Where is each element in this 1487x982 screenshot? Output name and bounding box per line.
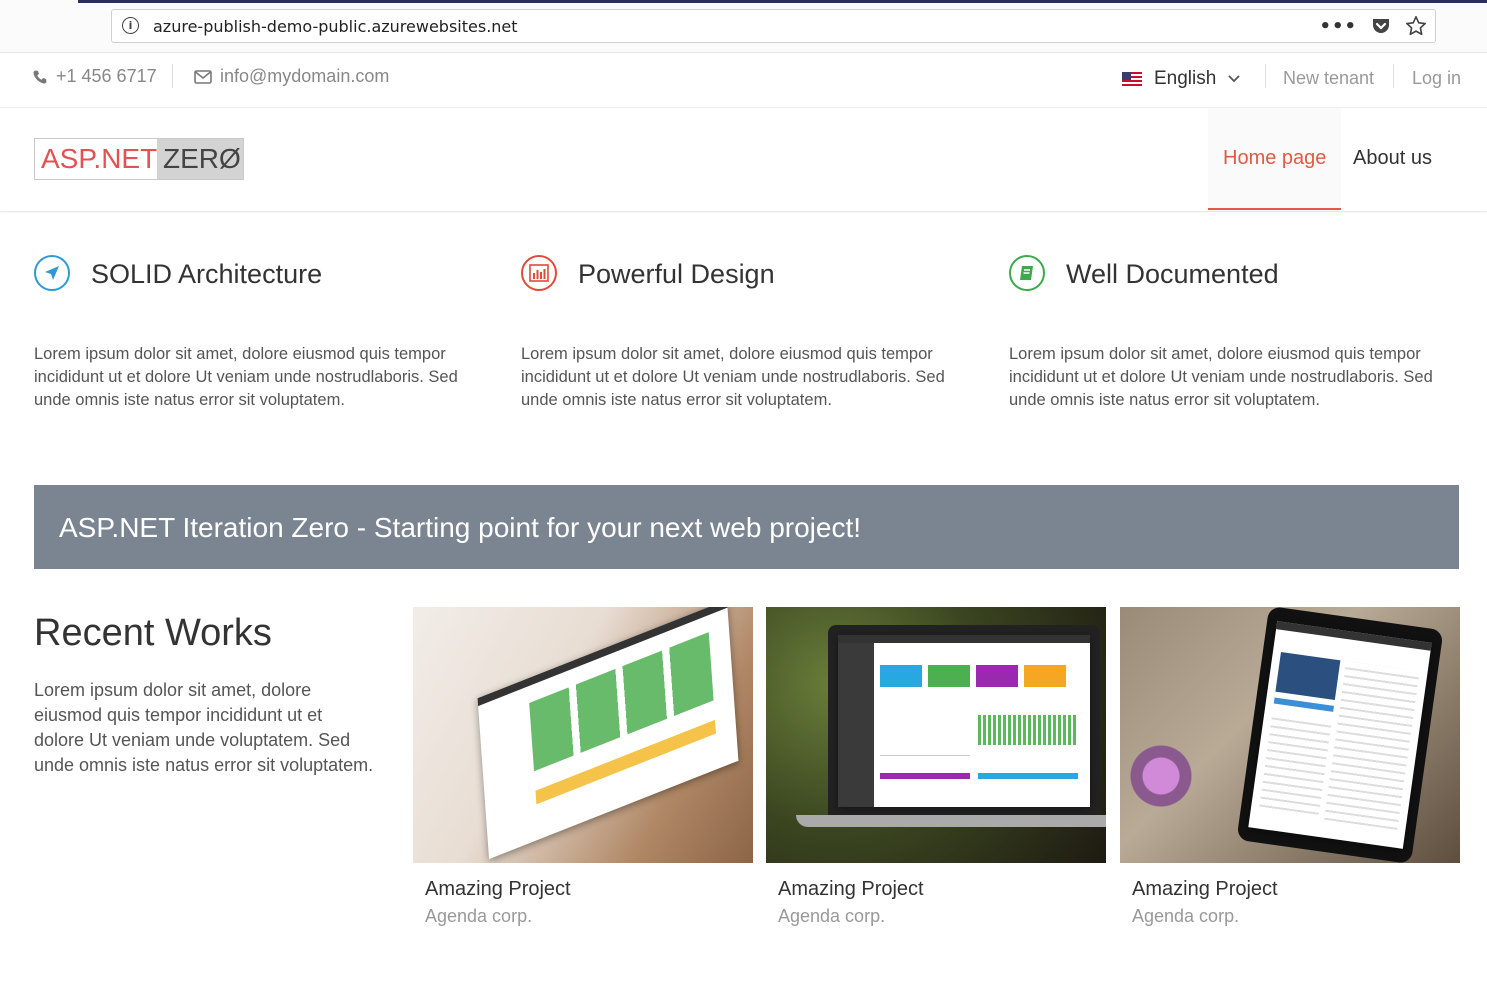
project-thumbnail[interactable]: [1120, 607, 1460, 863]
logo-text-secondary: ZERØ: [157, 139, 243, 179]
chevron-down-icon: [1228, 75, 1240, 83]
recent-works-text: Lorem ipsum dolor sit amet, dolore eiusm…: [34, 680, 374, 775]
email-contact: info@mydomain.com: [194, 66, 389, 87]
feature-title: Powerful Design: [578, 259, 775, 289]
project-card[interactable]: Amazing Project Agenda corp.: [766, 607, 1106, 926]
browser-accent-line: [78, 0, 1487, 3]
project-title[interactable]: Amazing Project: [778, 878, 924, 901]
envelope-icon: [194, 69, 212, 84]
project-company: Agenda corp.: [1132, 906, 1240, 926]
feature-text: Lorem ipsum dolor sit amet, dolore eiusm…: [34, 345, 458, 409]
project-title[interactable]: Amazing Project: [1132, 878, 1278, 901]
project-company: Agenda corp.: [778, 906, 886, 926]
browser-toolbar: i azure-publish-demo-public.azurewebsite…: [0, 0, 1487, 53]
project-title[interactable]: Amazing Project: [425, 878, 571, 901]
project-card[interactable]: Amazing Project Agenda corp.: [413, 607, 753, 926]
language-label: English: [1154, 68, 1217, 89]
book-icon: [1009, 255, 1045, 291]
address-bar[interactable]: i azure-publish-demo-public.azurewebsite…: [111, 9, 1436, 43]
url-text[interactable]: azure-publish-demo-public.azurewebsites.…: [153, 17, 518, 36]
nav-home-page[interactable]: Home page: [1208, 108, 1342, 210]
site-header: ASP.NET ZERØ Home page About us: [0, 108, 1487, 212]
nav-about-us[interactable]: About us: [1338, 108, 1447, 210]
divider: [1265, 64, 1266, 88]
us-flag-icon: [1122, 72, 1142, 86]
laptop-screen: [838, 635, 1090, 807]
phone-icon: [33, 70, 47, 83]
tablet-screen: [1248, 621, 1432, 849]
bar-chart-icon: [521, 255, 557, 291]
new-tenant-link[interactable]: New tenant: [1283, 68, 1374, 89]
site-logo[interactable]: ASP.NET ZERØ: [34, 138, 244, 180]
phone-number: +1 456 6717: [56, 66, 157, 86]
recent-works-title: Recent Works: [34, 612, 272, 654]
more-actions-icon[interactable]: •••: [1319, 16, 1357, 37]
feature-text: Lorem ipsum dolor sit amet, dolore eiusm…: [1009, 345, 1433, 409]
project-thumbnail[interactable]: [766, 607, 1106, 863]
top-info-bar: +1 456 6717 info@mydomain.com English Ne…: [0, 52, 1487, 108]
bookmark-star-icon[interactable]: [1405, 15, 1427, 37]
language-selector[interactable]: English: [1122, 68, 1240, 90]
banner-text: ASP.NET Iteration Zero - Starting point …: [59, 512, 862, 543]
phone-contact: +1 456 6717: [32, 66, 157, 87]
address-bar-actions: •••: [1319, 15, 1427, 37]
login-link[interactable]: Log in: [1412, 68, 1461, 89]
project-card[interactable]: Amazing Project Agenda corp.: [1120, 607, 1460, 926]
feature-title: Well Documented: [1066, 259, 1279, 289]
divider: [172, 64, 173, 88]
flowers-decoration: [1125, 732, 1215, 842]
tablet-frame: [1236, 607, 1444, 863]
feature-title: SOLID Architecture: [91, 259, 323, 289]
info-icon[interactable]: i: [122, 17, 139, 34]
divider: [1393, 64, 1394, 88]
hero-banner: ASP.NET Iteration Zero - Starting point …: [34, 485, 1459, 569]
laptop-base: [796, 815, 1106, 827]
pocket-icon[interactable]: [1371, 16, 1391, 36]
email-address[interactable]: info@mydomain.com: [220, 66, 389, 87]
tablet-screen: [477, 607, 739, 860]
project-company: Agenda corp.: [425, 906, 533, 926]
feature-text: Lorem ipsum dolor sit amet, dolore eiusm…: [521, 345, 945, 409]
location-arrow-icon: [34, 255, 70, 291]
logo-text-primary: ASP.NET: [35, 139, 157, 179]
project-thumbnail[interactable]: [413, 607, 753, 863]
